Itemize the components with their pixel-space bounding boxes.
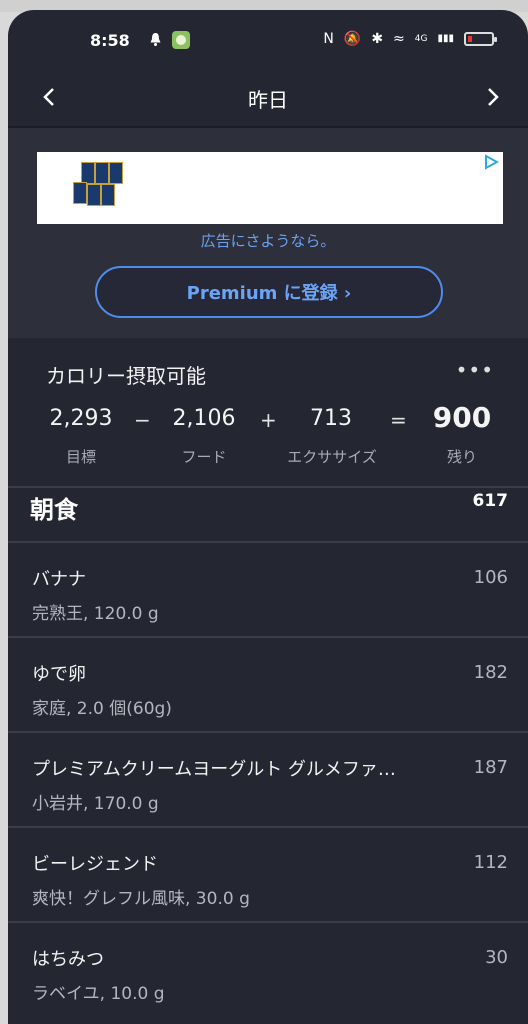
list-item[interactable]: バナナ 完熟王, 120.0 g 106 bbox=[8, 543, 528, 638]
equals-operator: = bbox=[390, 408, 407, 432]
list-item[interactable]: ゆで卵 家庭, 2.0 個(60g) 182 bbox=[8, 638, 528, 733]
list-item[interactable]: ビーレジェンド 爽快！グレフル風味, 30.0 g 112 bbox=[8, 828, 528, 923]
remaining-value: 900 bbox=[432, 401, 492, 434]
exercise-value: 713 bbox=[310, 406, 352, 431]
food-name: はちみつ bbox=[32, 949, 104, 970]
ad-product-image bbox=[71, 162, 123, 216]
ad-section: 広告にさようなら。 Premium に登録 › bbox=[8, 128, 528, 338]
meal-total-calories: 617 bbox=[472, 491, 509, 511]
food-detail: 家庭, 2.0 個(60g) bbox=[32, 699, 172, 719]
wifi-icon: ≈ bbox=[393, 31, 405, 47]
signal-icon: ▮▮▮ bbox=[437, 33, 454, 44]
next-day-button[interactable] bbox=[478, 82, 508, 112]
food-calories: 187 bbox=[473, 757, 508, 778]
list-item[interactable]: はちみつ ラベイユ, 10.0 g 30 bbox=[8, 923, 528, 1018]
nfc-icon: N bbox=[323, 31, 334, 47]
food-detail: 爽快！グレフル風味, 30.0 g bbox=[32, 889, 250, 909]
app-notification-icon bbox=[172, 31, 190, 49]
battery-icon bbox=[464, 32, 497, 46]
mute-icon: 🔕 bbox=[343, 31, 362, 47]
food-name: ゆで卵 bbox=[32, 664, 86, 685]
food-calories: 182 bbox=[473, 662, 508, 683]
food-detail: 小岩井, 170.0 g bbox=[32, 794, 159, 814]
bluetooth-icon: ✱ bbox=[371, 31, 384, 47]
minus-operator: − bbox=[134, 408, 151, 432]
calories-title: カロリー摂取可能 bbox=[46, 364, 206, 388]
status-icons: N 🔕 ✱ ≈ 4G ▮▮▮ bbox=[323, 30, 497, 48]
food-name: プレミアムクリームヨーグルト グルメファ… bbox=[32, 759, 396, 780]
phone-screen: 8:58 N 🔕 ✱ ≈ 4G ▮▮▮ 昨日 広告にさようなら。 Premium… bbox=[8, 10, 528, 1024]
food-calories: 30 bbox=[485, 947, 508, 968]
page-title: 昨日 bbox=[248, 88, 288, 112]
exercise-label: エクササイズ bbox=[287, 448, 377, 466]
more-options-icon[interactable]: ••• bbox=[456, 358, 494, 382]
premium-signup-button[interactable]: Premium に登録 › bbox=[95, 266, 443, 318]
food-label: フード bbox=[181, 448, 227, 466]
divider bbox=[8, 486, 528, 488]
plus-operator: + bbox=[260, 408, 277, 432]
list-item[interactable]: プレミアムクリームヨーグルト グルメファ… 小岩井, 170.0 g 187 bbox=[8, 733, 528, 828]
food-name: バナナ bbox=[32, 569, 86, 590]
meal-title: 朝食 bbox=[30, 496, 78, 524]
network-icon: 4G bbox=[414, 34, 428, 44]
remaining-label: 残り bbox=[446, 448, 477, 466]
date-header: 昨日 bbox=[8, 70, 528, 126]
food-detail: ラベイユ, 10.0 g bbox=[32, 984, 165, 1004]
food-value: 2,106 bbox=[172, 406, 236, 431]
remove-ads-link[interactable]: 広告にさようなら。 bbox=[8, 230, 528, 251]
goal-value: 2,293 bbox=[49, 406, 113, 431]
ad-banner[interactable] bbox=[37, 152, 503, 224]
food-detail: 完熟王, 120.0 g bbox=[32, 604, 159, 624]
status-bar: 8:58 N 🔕 ✱ ≈ 4G ▮▮▮ bbox=[8, 10, 528, 70]
calories-remaining-card: カロリー摂取可能 ••• 2,293 目標 − 2,106 フード + 713 … bbox=[8, 338, 528, 486]
status-time: 8:58 bbox=[90, 31, 130, 50]
food-name: ビーレジェンド bbox=[32, 854, 158, 875]
food-calories: 106 bbox=[473, 567, 508, 588]
adchoices-icon[interactable] bbox=[483, 154, 499, 170]
food-calories: 112 bbox=[473, 852, 508, 873]
goal-label: 目標 bbox=[65, 448, 96, 466]
chevron-right-icon bbox=[488, 88, 499, 106]
bell-icon bbox=[150, 33, 161, 46]
